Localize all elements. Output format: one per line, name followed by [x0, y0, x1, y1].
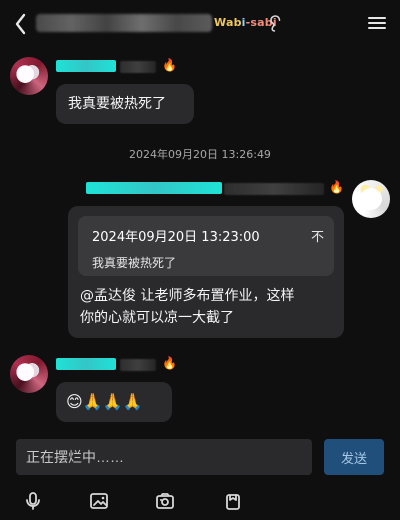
message-bubble-with-reply[interactable]: 2024年09月20日 13:23:00 我真要被热死了 不 @孟达俊 让老师多… [68, 206, 344, 338]
avatar[interactable] [352, 180, 390, 218]
image-icon[interactable] [86, 488, 112, 514]
message-bubble[interactable]: 😊🙏🙏🙏 [56, 382, 172, 422]
reply-quote[interactable]: 2024年09月20日 13:23:00 我真要被热死了 不 [78, 216, 334, 276]
reply-quote-close[interactable]: 不 [311, 226, 324, 245]
send-button[interactable]: 发送 [324, 439, 384, 475]
chat-title-redacted [36, 14, 212, 32]
composer: 发送 [0, 432, 400, 482]
chat-header: Wabi-sabi [0, 0, 400, 50]
sender-name-redacted [120, 61, 156, 73]
message-text-line1: @孟达俊 让老师多布置作业，这样 [80, 288, 295, 304]
message-text: 我真要被热死了 [68, 96, 166, 112]
reply-quote-time: 2024年09月20日 13:23:00 [92, 230, 260, 245]
sender-name-tag-redacted [86, 182, 222, 194]
chevron-left-icon[interactable] [10, 10, 32, 38]
sender-name-tag-redacted [56, 358, 116, 370]
sender-name-tag-redacted [56, 60, 116, 72]
avatar[interactable] [10, 57, 48, 95]
ear-icon[interactable] [268, 14, 284, 32]
sender-name-redacted [120, 359, 156, 371]
reply-quote-text: 我真要被热死了 [92, 256, 177, 270]
sender-name-redacted [224, 183, 324, 195]
mic-icon[interactable] [20, 488, 46, 514]
camera-icon[interactable] [152, 488, 178, 514]
composer-toolbar [0, 482, 400, 520]
flame-icon: 🔥 [162, 58, 177, 72]
flame-icon: 🔥 [329, 180, 344, 194]
message-text-line2: 你的心就可以凉一大截了 [80, 310, 234, 326]
flame-icon: 🔥 [162, 356, 177, 370]
message-emoji: 😊🙏🙏🙏 [66, 392, 143, 411]
menu-icon[interactable] [368, 14, 386, 32]
timestamp-divider: 2024年09月20日 13:26:49 [129, 148, 271, 161]
avatar[interactable] [10, 355, 48, 393]
message-input[interactable] [16, 439, 312, 475]
message-bubble[interactable]: 我真要被热死了 [56, 84, 194, 124]
brand-part-1: Wab [214, 16, 242, 29]
gift-icon[interactable] [220, 488, 246, 514]
